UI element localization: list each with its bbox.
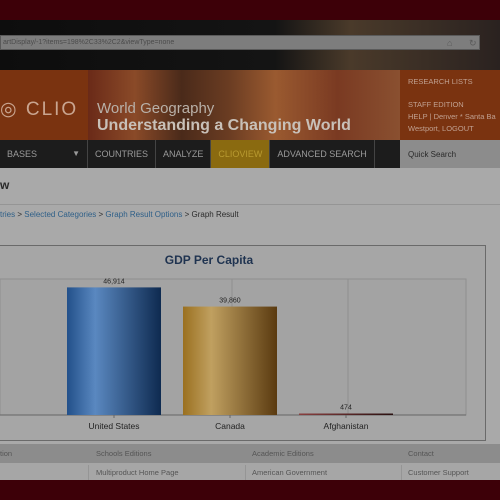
x-tick-label: United States: [88, 421, 139, 431]
x-tick-label: Canada: [215, 421, 245, 431]
footer-col-1: tion: [0, 449, 13, 458]
bar-canada: [183, 306, 277, 415]
research-lists-link[interactable]: RESEARCH LISTS: [408, 77, 473, 86]
nav-clioview[interactable]: CLIOVIEW: [211, 140, 271, 168]
bar-united-states: [67, 287, 161, 415]
nav-databases[interactable]: BASES ▼: [0, 140, 88, 168]
data-label: 39,860: [219, 298, 241, 305]
divider: [88, 465, 89, 480]
footer-col-academic: Academic Editions: [252, 449, 314, 458]
breadcrumb: tries > Selected Categories > Graph Resu…: [0, 210, 239, 219]
main-nav: BASES ▼ COUNTRIES ANALYZE CLIOVIEW ADVANC…: [0, 140, 400, 168]
quick-search-input[interactable]: Quick Search: [400, 140, 500, 168]
american-government-link[interactable]: American Government: [252, 468, 327, 477]
nav-countries[interactable]: COUNTRIES: [88, 140, 157, 168]
chart-title: GDP Per Capita: [165, 253, 254, 267]
bottom-frame-bar: [0, 480, 500, 500]
chevron-down-icon: ▼: [72, 149, 80, 158]
customer-support-link[interactable]: Customer Support: [408, 468, 469, 477]
footer-col-contact: Contact: [408, 449, 434, 458]
address-bar[interactable]: artDisplay/-1?items=198%2C33%2C2&viewTyp…: [0, 35, 480, 50]
data-label: 474: [340, 405, 352, 412]
home-icon[interactable]: ⌂: [447, 38, 452, 48]
nav-advanced-search[interactable]: ADVANCED SEARCH: [270, 140, 375, 168]
help-link[interactable]: HELP | Denver * Santa Ba: [408, 112, 496, 121]
breadcrumb-current: Graph Result: [191, 210, 239, 219]
multiproduct-home-link[interactable]: Multiproduct Home Page: [96, 468, 179, 477]
breadcrumb-selected-categories[interactable]: Selected Categories: [24, 210, 96, 219]
divider: [401, 465, 402, 480]
x-tick-label: Afghanistan: [324, 421, 369, 431]
divider: [245, 465, 246, 480]
footer-row: Multiproduct Home Page American Governme…: [0, 463, 500, 480]
banner-title: World Geography: [97, 100, 215, 117]
logout-link[interactable]: Westport, LOGOUT: [408, 124, 474, 133]
breadcrumb-graph-options[interactable]: Graph Result Options: [105, 210, 182, 219]
banner-subtitle: Understanding a Changing World: [97, 117, 351, 134]
breadcrumb-countries[interactable]: tries: [0, 210, 15, 219]
gdp-chart: GDP Per Capita 46,914 United States 39,860…: [0, 253, 467, 431]
account-links: RESEARCH LISTS STAFF EDITION HELP | Denv…: [400, 70, 500, 140]
staff-edition-label: STAFF EDITION: [408, 100, 464, 109]
top-frame-bar: [0, 0, 500, 20]
nav-analyze[interactable]: ANALYZE: [156, 140, 212, 168]
data-label: 46,914: [103, 278, 125, 285]
divider: [0, 204, 500, 205]
footer-header: tion Schools Editions Academic Editions …: [0, 444, 500, 463]
bar-afghanistan: [299, 413, 393, 415]
page-title: w: [0, 178, 10, 192]
refresh-icon[interactable]: ↻: [469, 38, 477, 49]
clio-logo[interactable]: ◎ CLIO: [0, 98, 78, 121]
footer-col-schools: Schools Editions: [96, 449, 152, 458]
address-text: artDisplay/-1?items=198%2C33%2C2&viewTyp…: [3, 39, 175, 46]
